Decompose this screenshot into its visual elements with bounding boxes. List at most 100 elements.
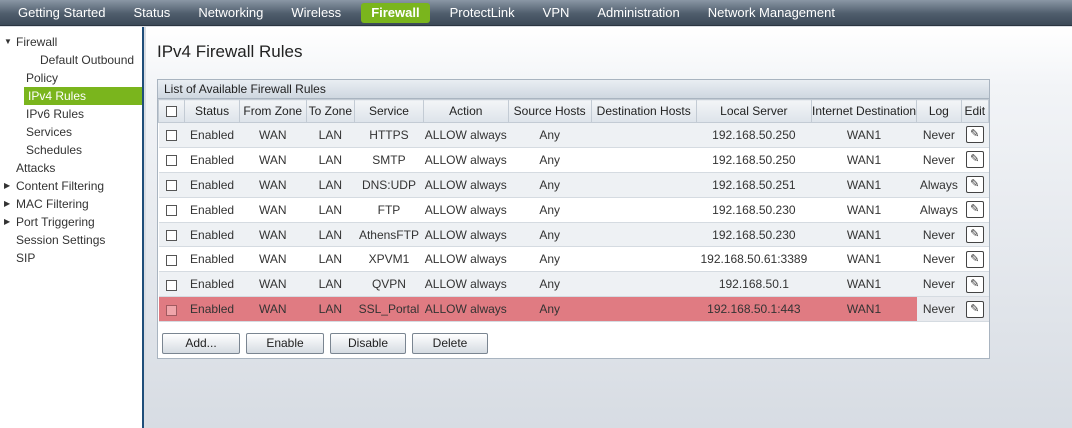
cell-destination-hosts (591, 197, 697, 223)
table-row[interactable]: Enabled WAN LAN XPVM1 ALLOW always Any 192.168… (158, 246, 989, 273)
pencil-edit-icon[interactable]: ✎ (965, 126, 984, 144)
pencil-edit-icon[interactable]: ✎ (965, 226, 984, 243)
triangle-collapsed-icon: ▶ (4, 199, 11, 208)
row-select-cell[interactable] (158, 122, 185, 148)
sidebar-item-port-triggering[interactable]: ▶ Port Triggering (0, 213, 142, 231)
row-select-cell[interactable] (158, 246, 185, 273)
cell-service: SSL_Portal (354, 296, 424, 323)
row-select-cell[interactable] (158, 147, 185, 173)
table-row[interactable]: Enabled WAN LAN QVPN ALLOW always Any 192.168.… (158, 271, 989, 298)
column-header-service: Service (354, 99, 424, 123)
sidebar-item-label: Services (26, 125, 73, 139)
add-button[interactable]: Add... (162, 333, 240, 354)
row-checkbox[interactable] (166, 130, 178, 142)
cell-local-server: 192.168.50.1:443 (696, 296, 812, 323)
cell-to-zone: LAN (306, 271, 355, 298)
sidebar-item-ipv6-rules[interactable]: IPv6 Rules (0, 105, 142, 123)
cell-from-zone: WAN (239, 172, 307, 198)
table-row[interactable]: Enabled WAN LAN HTTPS ALLOW always Any 192.168… (158, 122, 989, 148)
table-row[interactable]: Enabled WAN LAN FTP ALLOW always Any 192.168.5… (158, 197, 989, 223)
pencil-edit-icon[interactable]: ✎ (965, 151, 984, 169)
row-checkbox[interactable] (166, 155, 178, 167)
sidebar-item-schedules[interactable]: Schedules (0, 141, 142, 159)
cell-from-zone: WAN (239, 147, 307, 173)
sidebar-item-policy[interactable]: Policy (0, 69, 142, 87)
table-row[interactable]: Enabled WAN LAN AthensFTP ALLOW always Any 192… (158, 222, 989, 248)
cell-edit: ✎ (961, 246, 989, 273)
row-checkbox[interactable] (166, 279, 178, 291)
table-row[interactable]: Enabled WAN LAN SSL_Portal ALLOW always Any 19… (158, 296, 989, 323)
main-content: IPv4 Firewall Rules List of Available Fi… (146, 27, 1072, 428)
cell-internet-destination: WAN1 (811, 172, 917, 198)
row-checkbox[interactable] (166, 229, 178, 241)
select-all-checkbox[interactable] (166, 106, 178, 118)
sidebar-item-firewall[interactable]: ▼ Firewall (0, 33, 142, 51)
row-select-cell[interactable] (158, 296, 185, 323)
cell-status: Enabled (184, 172, 240, 198)
sidebar-item-sip[interactable]: SIP (0, 249, 142, 267)
sidebar-item-label: SIP (16, 251, 36, 265)
sidebar-item-label: Default Outbound (40, 53, 135, 67)
column-header-destination-hosts: Destination Hosts (590, 99, 697, 123)
cell-destination-hosts (591, 172, 697, 198)
nav-vpn[interactable]: VPN (529, 3, 584, 23)
row-select-cell[interactable] (158, 197, 185, 223)
pencil-edit-icon[interactable]: ✎ (965, 176, 984, 194)
column-header-status: Status (184, 99, 240, 123)
row-select-cell[interactable] (158, 172, 185, 198)
nav-networking[interactable]: Networking (184, 3, 277, 23)
cell-service: QVPN (354, 271, 424, 298)
cell-from-zone: WAN (239, 197, 307, 223)
nav-protectlink[interactable]: ProtectLink (436, 3, 529, 23)
cell-action: ALLOW always (423, 222, 509, 248)
nav-network-management[interactable]: Network Management (694, 3, 849, 23)
sidebar-item-ipv4-rules[interactable]: IPv4 Rules (24, 87, 142, 105)
cell-from-zone: WAN (239, 296, 307, 323)
nav-status[interactable]: Status (119, 3, 184, 23)
nav-administration[interactable]: Administration (583, 3, 693, 23)
pencil-edit-icon[interactable]: ✎ (965, 300, 984, 318)
sidebar-item-mac-filtering[interactable]: ▶ MAC Filtering (0, 195, 142, 213)
cell-status: Enabled (184, 296, 240, 323)
row-checkbox[interactable] (166, 180, 178, 192)
column-header-source-hosts: Source Hosts (507, 99, 592, 123)
cell-source-hosts: Any (508, 246, 592, 273)
table-row[interactable]: Enabled WAN LAN SMTP ALLOW always Any 192.168.… (158, 147, 989, 173)
sidebar-item-session-settings[interactable]: Session Settings (0, 231, 142, 249)
table-row[interactable]: Enabled WAN LAN DNS:UDP ALLOW always Any 192.1… (158, 172, 989, 198)
select-all-header[interactable] (157, 99, 186, 123)
cell-action: ALLOW always (423, 296, 509, 323)
pencil-edit-icon[interactable]: ✎ (965, 201, 984, 219)
sidebar-item-label: Firewall (16, 35, 58, 49)
cell-edit: ✎ (961, 147, 989, 173)
cell-edit: ✎ (961, 197, 989, 223)
cell-from-zone: WAN (239, 246, 307, 273)
cell-status: Enabled (184, 197, 240, 223)
enable-button[interactable]: Enable (246, 333, 324, 354)
row-checkbox[interactable] (166, 204, 178, 216)
cell-action: ALLOW always (423, 147, 509, 173)
disable-button[interactable]: Disable (330, 333, 406, 354)
sidebar-item-default-outbound[interactable]: Default Outbound (0, 51, 142, 69)
nav-getting-started[interactable]: Getting Started (4, 3, 119, 23)
cell-service: AthensFTP (354, 222, 424, 248)
delete-button[interactable]: Delete (412, 333, 488, 354)
row-checkbox[interactable] (166, 304, 178, 316)
cell-service: HTTPS (354, 122, 424, 148)
cell-status: Enabled (184, 271, 240, 298)
pencil-edit-icon[interactable]: ✎ (965, 250, 984, 268)
sidebar-item-content-filtering[interactable]: ▶ Content Filtering (0, 177, 142, 195)
row-checkbox[interactable] (166, 254, 178, 266)
cell-edit: ✎ (961, 122, 989, 148)
row-select-cell[interactable] (158, 222, 185, 248)
sidebar-item-services[interactable]: Services (0, 123, 142, 141)
nav-firewall[interactable]: Firewall (361, 2, 430, 23)
action-buttons: Add... Enable Disable Delete (162, 333, 488, 354)
row-select-cell[interactable] (158, 271, 185, 298)
sidebar-item-label: IPv6 Rules (26, 107, 85, 121)
pencil-edit-icon[interactable]: ✎ (965, 275, 984, 293)
cell-action: ALLOW always (423, 246, 509, 273)
nav-wireless[interactable]: Wireless (277, 3, 355, 23)
sidebar-item-attacks[interactable]: Attacks (0, 159, 142, 177)
rules-table: Status From Zone To Zone Service Action … (157, 99, 990, 323)
